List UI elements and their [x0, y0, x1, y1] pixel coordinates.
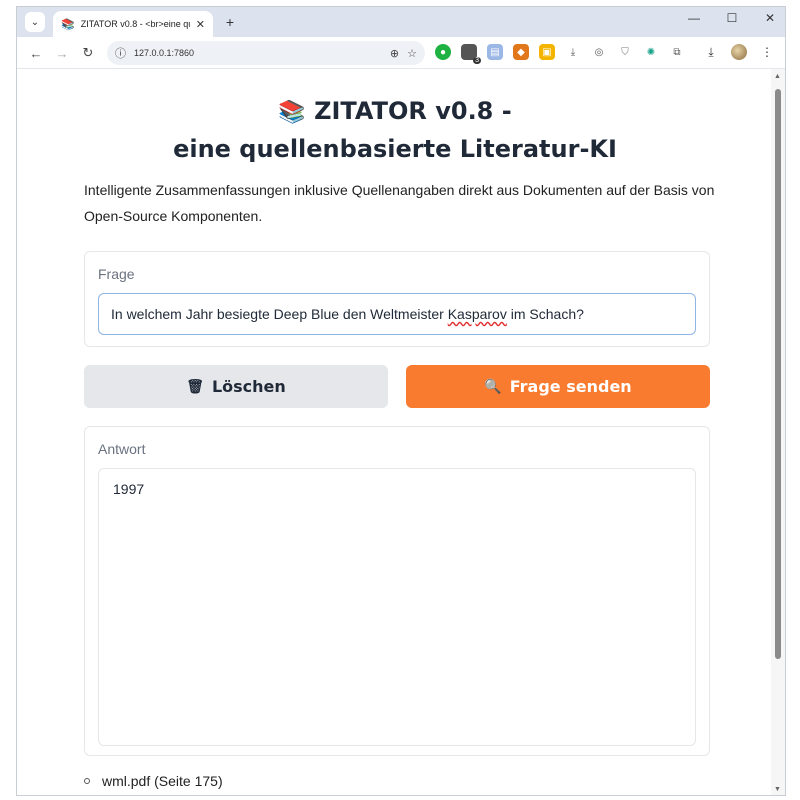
downloads-icon[interactable]: ⤓: [703, 44, 719, 60]
question-text-part-1: In welchem Jahr besiegte Deep Blue den W…: [111, 306, 448, 322]
close-tab-icon[interactable]: ✕: [196, 18, 205, 31]
minimize-icon[interactable]: —: [687, 11, 701, 25]
title-line-1: ZITATOR v0.8 -: [314, 97, 512, 125]
new-tab-icon[interactable]: +: [221, 13, 239, 31]
question-text-part-2: im Schach?: [506, 306, 584, 322]
close-window-icon[interactable]: ✕: [763, 11, 777, 25]
forward-icon[interactable]: →: [53, 44, 71, 62]
question-input[interactable]: In welchem Jahr besiegte Deep Blue den W…: [98, 293, 696, 335]
maximize-icon[interactable]: ☐: [725, 11, 739, 25]
browser-tab[interactable]: 📚 ZITATOR v0.8 - <br>eine qu ✕: [53, 11, 213, 37]
page-content: 📚 ZITATOR v0.8 - eine quellenbasierte Li…: [17, 69, 773, 795]
answer-label: Antwort: [98, 441, 146, 457]
intro-text: Intelligente Zusammenfassungen inklusive…: [84, 182, 715, 224]
extension-shield-icon[interactable]: ⛉: [617, 44, 633, 60]
profile-avatar[interactable]: [731, 44, 747, 60]
scroll-up-icon[interactable]: ▲: [774, 73, 781, 80]
scroll-thumb[interactable]: [775, 89, 781, 659]
clear-button[interactable]: 🗑 Löschen: [84, 365, 388, 408]
scrollbar[interactable]: ▲ ▼: [771, 69, 785, 795]
tab-search-icon[interactable]: ⌄: [25, 12, 45, 32]
site-info-icon[interactable]: ⓘ: [115, 45, 126, 61]
answer-panel: Antwort 1997: [84, 426, 710, 756]
send-button-label: Frage senden: [509, 377, 632, 396]
browser-toolbar: ← → ↻ ⓘ 127.0.0.1:7860 ⊕ ☆ ● 3 ▤ ◆ ▣ ⤓ ◎…: [17, 37, 785, 69]
send-question-button[interactable]: 🔍 Frage senden: [406, 365, 710, 408]
question-panel: Frage In welchem Jahr besiegte Deep Blue…: [84, 251, 710, 347]
list-bullet: [84, 778, 90, 784]
extension-circle-icon[interactable]: ◎: [591, 44, 607, 60]
bookmark-star-icon[interactable]: ☆: [407, 47, 417, 60]
window-controls: — ☐ ✕: [687, 11, 777, 25]
extension-ai-icon[interactable]: ✺: [643, 44, 659, 60]
extensions-row: ● 3 ▤ ◆ ▣ ⤓ ◎ ⛉ ✺ ⧉: [435, 44, 685, 64]
sources-list: wml.pdf (Seite 175): [84, 773, 223, 789]
url-text: 127.0.0.1:7860: [134, 48, 195, 58]
books-favicon-icon: 📚: [61, 18, 75, 31]
search-icon: 🔍: [484, 378, 502, 395]
zoom-icon[interactable]: ⊕: [390, 47, 399, 60]
back-icon[interactable]: ←: [27, 44, 45, 62]
extension-fox-icon[interactable]: ◆: [513, 44, 529, 60]
browser-window: ⌄ 📚 ZITATOR v0.8 - <br>eine qu ✕ + — ☐ ✕…: [16, 6, 786, 796]
trash-icon: 🗑: [186, 378, 204, 395]
menu-kebab-icon[interactable]: ⋮: [759, 44, 775, 60]
question-label: Frage: [98, 266, 135, 282]
right-tools: ⤓ ⋮: [703, 44, 775, 60]
address-bar[interactable]: ⓘ 127.0.0.1:7860 ⊕ ☆: [107, 41, 425, 65]
tab-bar: ⌄ 📚 ZITATOR v0.8 - <br>eine qu ✕ + — ☐ ✕: [17, 7, 785, 37]
extension-badge-icon[interactable]: 3: [461, 44, 481, 64]
clear-button-label: Löschen: [211, 377, 286, 396]
extension-note-icon[interactable]: ▣: [539, 44, 555, 60]
answer-textbox[interactable]: 1997: [98, 468, 696, 746]
page-title: 📚 ZITATOR v0.8 - eine quellenbasierte Li…: [17, 93, 773, 167]
scroll-down-icon[interactable]: ▼: [774, 786, 781, 793]
extension-download-icon[interactable]: ⤓: [565, 44, 581, 60]
books-icon: 📚: [278, 100, 306, 125]
reload-icon[interactable]: ↻: [79, 44, 97, 62]
title-line-2: eine quellenbasierte Literatur-KI: [173, 135, 617, 163]
extensions-puzzle-icon[interactable]: ⧉: [669, 44, 685, 60]
extension-green-icon[interactable]: ●: [435, 44, 451, 60]
source-item: wml.pdf (Seite 175): [102, 773, 223, 789]
extension-doc-icon[interactable]: ▤: [487, 44, 503, 60]
tab-title: ZITATOR v0.8 - <br>eine qu: [80, 19, 190, 29]
question-text-misspelled: Kasparov: [447, 306, 507, 322]
